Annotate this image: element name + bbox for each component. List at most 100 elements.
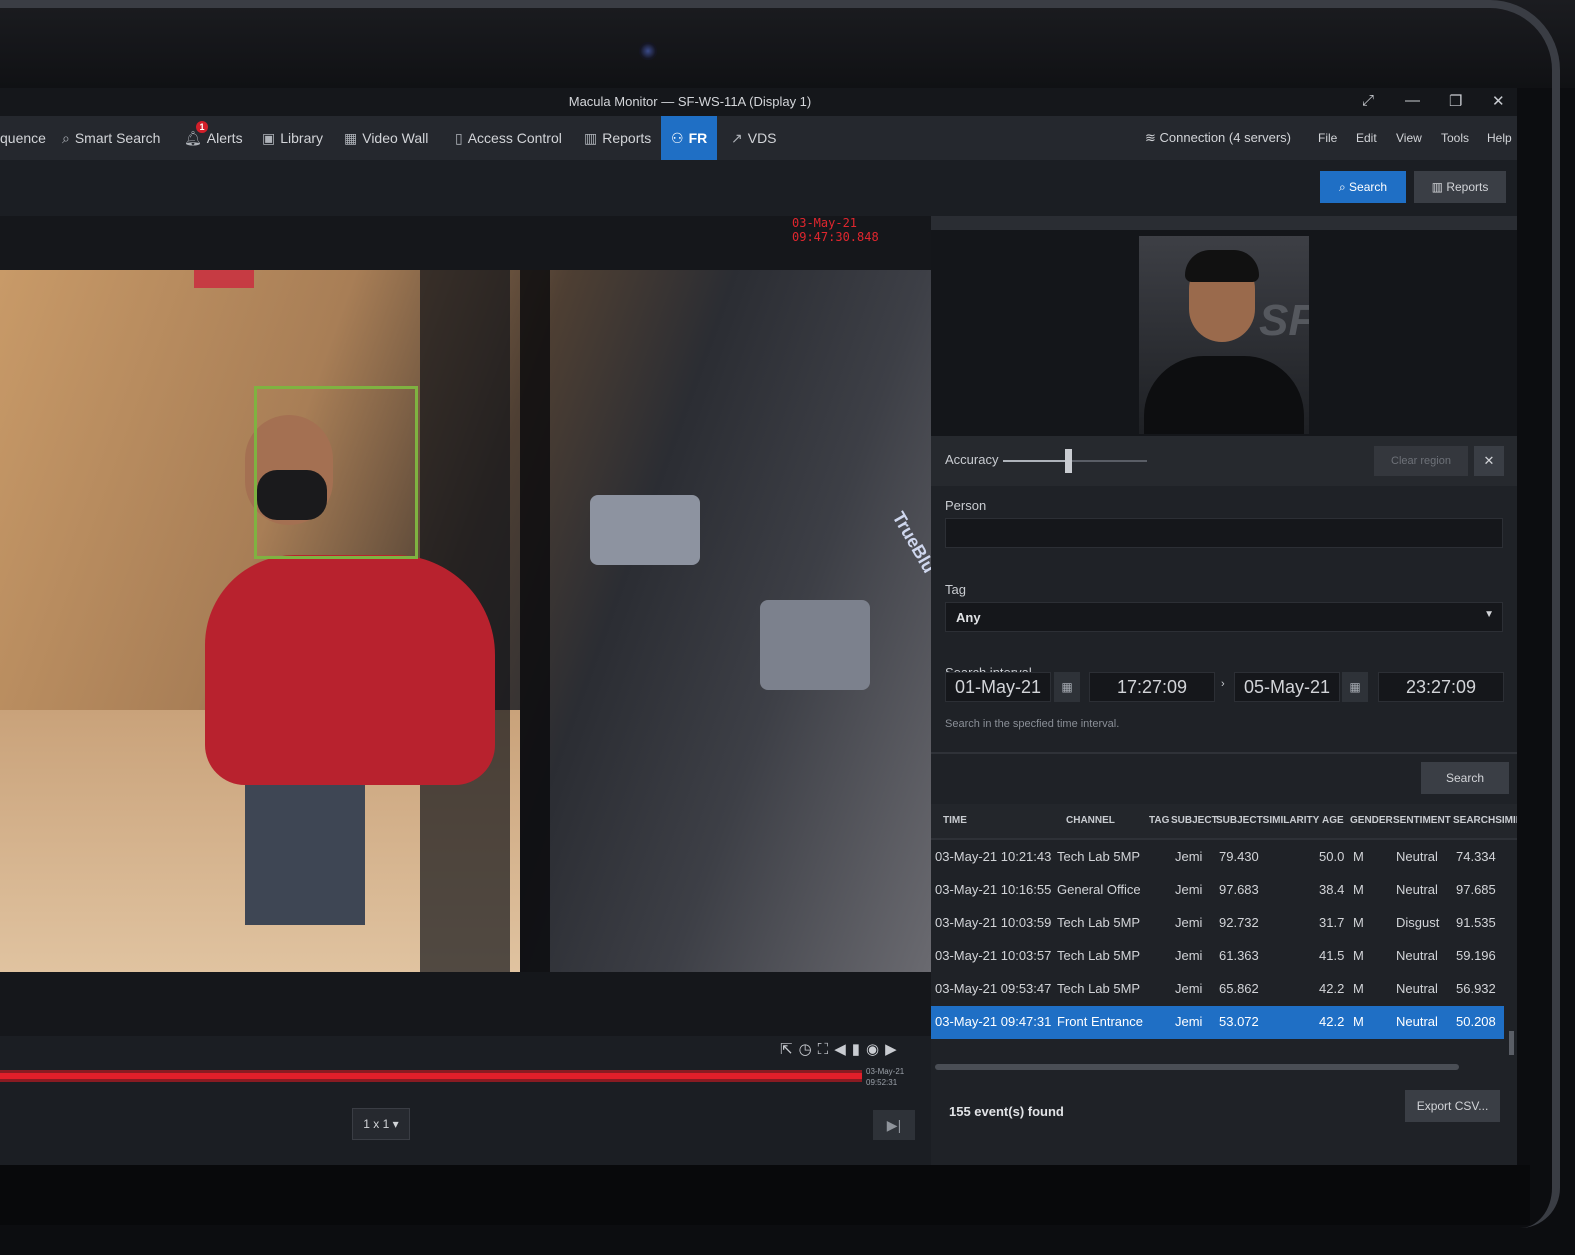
clock-icon[interactable]: ◷: [799, 1041, 818, 1058]
panel-scrollbar[interactable]: [931, 216, 1517, 230]
to-time-input[interactable]: 23:27:09: [1378, 672, 1504, 702]
clear-region-button[interactable]: Clear region: [1374, 446, 1468, 476]
door-handle: [520, 270, 550, 972]
nav-access-control[interactable]: ▯ Access Control: [455, 116, 562, 160]
person-figure: [205, 415, 495, 930]
ptz-icon[interactable]: ⇱: [780, 1041, 799, 1058]
camera-icon[interactable]: ◉: [866, 1041, 885, 1058]
sofa: [760, 600, 870, 690]
table-row[interactable]: 03-May-21 09:47:31 Front Entrance Jemi 53.0…: [931, 1006, 1504, 1039]
nav-library[interactable]: ▣ Library: [262, 116, 323, 160]
table-row[interactable]: 03-May-21 10:21:43 Tech Lab 5MP Jemi 79.430…: [931, 841, 1504, 874]
tag-value: Any: [956, 610, 981, 625]
table-cell: M: [1353, 948, 1364, 963]
table-cell: Jemi: [1175, 1014, 1203, 1029]
fullscreen-icon[interactable]: ⤢: [1362, 92, 1374, 109]
table-cell: Jemi: [1175, 915, 1203, 930]
col-subject-similarity[interactable]: SUBJECTSIMILARITY: [1216, 815, 1319, 826]
col-search-similarity[interactable]: SEARCHSIMIL: [1453, 815, 1517, 826]
table-cell: M: [1353, 849, 1364, 864]
search-button-label: Search: [1349, 180, 1388, 194]
export-csv-button[interactable]: Export CSV...: [1405, 1090, 1500, 1122]
bar-chart-icon: ▥: [584, 130, 598, 146]
table-cell: 79.430: [1219, 849, 1259, 864]
nav-video-wall[interactable]: ▦ Video Wall: [344, 116, 428, 160]
close-icon[interactable]: ✕: [1492, 92, 1505, 110]
camera-feed[interactable]: TrueBlu: [0, 270, 931, 972]
from-time-input[interactable]: 17:27:09: [1089, 672, 1215, 702]
menu-tools[interactable]: Tools: [1441, 116, 1469, 160]
menu-edit[interactable]: Edit: [1356, 116, 1377, 160]
table-cell: Jemi: [1175, 849, 1203, 864]
bookmark-icon[interactable]: ▮: [852, 1041, 866, 1058]
search-icon: ⌕: [1338, 180, 1350, 194]
search-button[interactable]: ⌕ Search: [1320, 171, 1406, 203]
person-field[interactable]: [945, 518, 1503, 548]
calendar-icon[interactable]: ▦: [1054, 672, 1080, 702]
table-row[interactable]: 03-May-21 09:53:47 Tech Lab 5MP Jemi 65.862…: [931, 973, 1504, 1006]
col-age[interactable]: AGE: [1322, 815, 1344, 826]
minimize-icon[interactable]: —: [1405, 92, 1420, 109]
skip-forward-button[interactable]: ▶|: [873, 1110, 915, 1140]
col-channel[interactable]: CHANNEL: [1066, 815, 1115, 826]
volume-icon[interactable]: ◀: [834, 1041, 852, 1058]
nav-sequence-label: quence: [0, 130, 46, 146]
to-date-input[interactable]: 05-May-21: [1234, 672, 1340, 702]
col-sentiment[interactable]: SENTIMENT: [1393, 815, 1451, 826]
connection-status[interactable]: ≋ Connection (4 servers): [1145, 116, 1291, 160]
accuracy-label: Accuracy: [945, 452, 999, 467]
face-detection-box[interactable]: [254, 386, 418, 559]
nav-sequence[interactable]: quence: [0, 116, 46, 160]
menu-view[interactable]: View: [1396, 116, 1422, 160]
tag-select[interactable]: Any ▼: [945, 602, 1503, 632]
nav-library-label: Library: [280, 130, 324, 146]
table-row[interactable]: 03-May-21 10:03:57 Tech Lab 5MP Jemi 61.363…: [931, 940, 1504, 973]
table-cell: 41.5: [1319, 948, 1345, 963]
col-time[interactable]: TIME: [943, 815, 967, 826]
table-cell: M: [1353, 882, 1364, 897]
timeline-end: 03-May-21 09:52:31: [866, 1066, 904, 1088]
timeline-end-date: 03-May-21: [866, 1067, 905, 1076]
horizontal-scrollbar[interactable]: [935, 1064, 1459, 1070]
zoom-icon[interactable]: ⛶: [818, 1041, 835, 1058]
table-cell: 53.072: [1219, 1014, 1259, 1029]
person-icon: ⚇: [671, 130, 684, 146]
nav-reports[interactable]: ▥ Reports: [584, 116, 651, 160]
menu-file[interactable]: File: [1318, 116, 1337, 160]
timeline[interactable]: [0, 1070, 862, 1082]
layout-select[interactable]: 1 x 1 ▾: [352, 1108, 410, 1140]
reports-button[interactable]: ▥ Reports: [1414, 171, 1506, 203]
interval-hint: Search in the specfied time interval.: [945, 718, 1120, 730]
webcam-icon: [639, 42, 657, 60]
chevron-down-icon: ▾: [392, 1117, 399, 1131]
col-gender[interactable]: GENDER: [1350, 815, 1393, 826]
table-cell: Front Entrance: [1057, 1014, 1143, 1029]
reference-face-photo[interactable]: SF: [1139, 236, 1309, 434]
col-tag[interactable]: TAG: [1149, 815, 1169, 826]
run-search-button[interactable]: Search: [1421, 762, 1509, 794]
nav-smart-search-label: Smart Search: [74, 130, 161, 146]
nav-smart-search[interactable]: ⌕ Smart Search: [62, 116, 160, 160]
close-icon[interactable]: ✕: [1474, 446, 1504, 476]
table-row[interactable]: 03-May-21 10:16:55 General Office Jemi 97.6…: [931, 874, 1504, 907]
vertical-scrollbar[interactable]: [1509, 1031, 1514, 1055]
table-cell: Jemi: [1175, 981, 1203, 996]
table-cell: Disgust: [1396, 915, 1440, 930]
nav-vds[interactable]: ↗ VDS: [731, 116, 777, 160]
accuracy-slider[interactable]: [1065, 449, 1072, 473]
play-icon[interactable]: ▶: [885, 1041, 903, 1058]
restore-icon[interactable]: ❐: [1449, 92, 1462, 110]
calendar-icon[interactable]: ▦: [1342, 672, 1368, 702]
timeline-end-time: 09:52:31: [866, 1078, 898, 1087]
col-subject[interactable]: SUBJECT: [1171, 815, 1218, 826]
table-cell: 03-May-21 10:21:43: [935, 849, 1052, 864]
watermark-logo: SF: [1259, 296, 1309, 345]
table-row[interactable]: 03-May-21 10:03:59 Tech Lab 5MP Jemi 92.732…: [931, 907, 1504, 940]
person-legs: [245, 785, 365, 925]
menu-help[interactable]: Help: [1487, 116, 1512, 160]
table-cell: 42.2: [1319, 1014, 1345, 1029]
nav-fr[interactable]: ⚇ FR: [661, 116, 718, 160]
nav-alerts[interactable]: 🔔︎ 1 Alerts: [184, 116, 243, 160]
from-date-input[interactable]: 01-May-21: [945, 672, 1051, 702]
table-cell: Neutral: [1396, 1014, 1438, 1029]
